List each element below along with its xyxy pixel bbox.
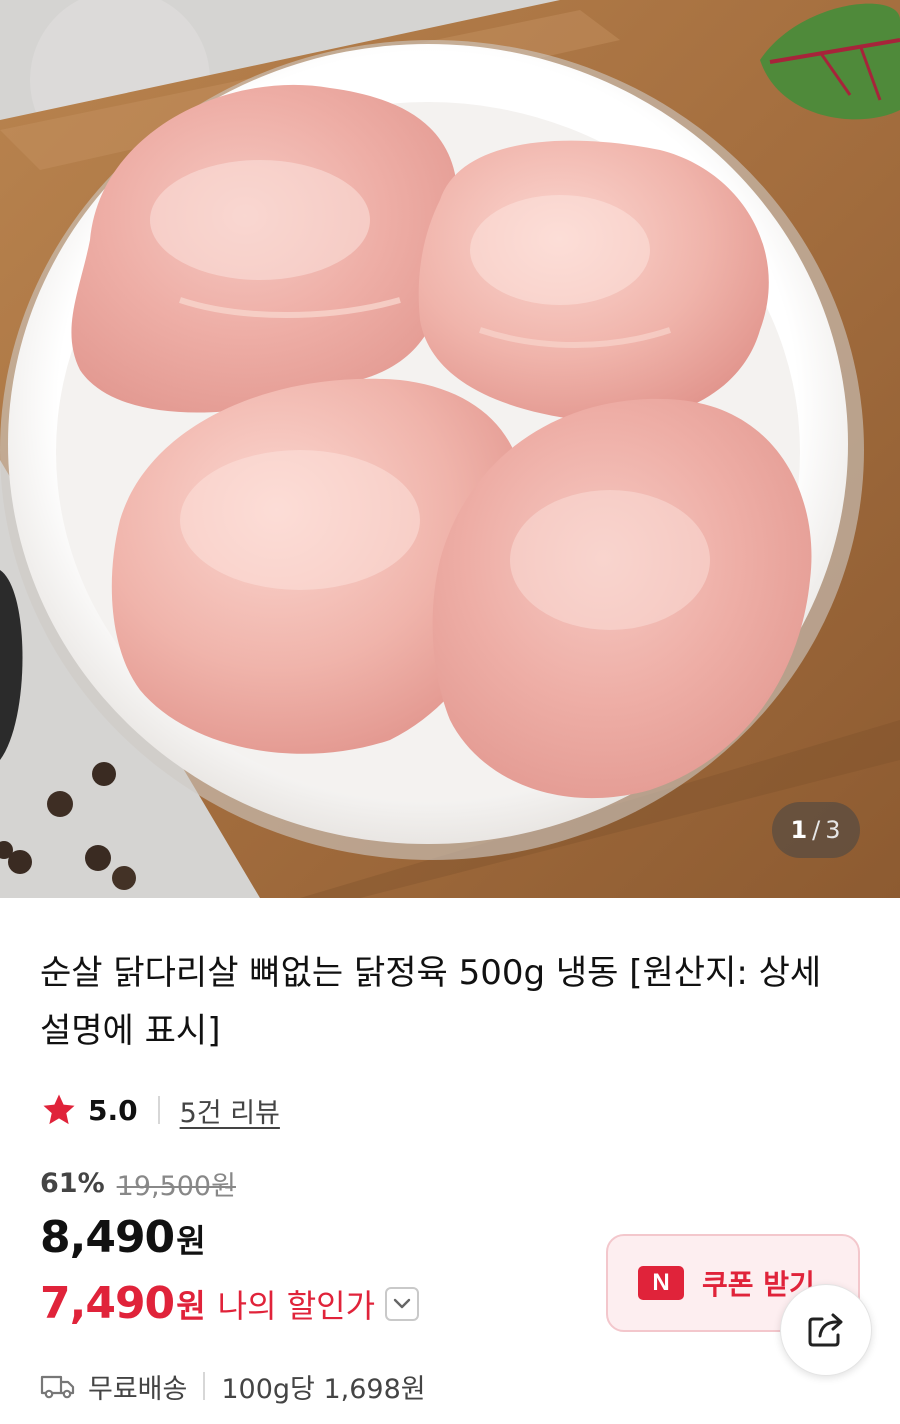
sale-price: 8,490 bbox=[40, 1212, 175, 1263]
sale-price-unit: 원 bbox=[176, 1222, 206, 1260]
review-count-link[interactable]: 5건 리뷰 bbox=[180, 1091, 280, 1130]
current-page: 1 bbox=[790, 816, 809, 844]
discount-row: 61% 19,500원 bbox=[40, 1164, 236, 1203]
naver-coupon-icon: N bbox=[638, 1266, 684, 1300]
image-page-indicator: 1 / 3 bbox=[772, 802, 860, 858]
shipping-row: 무료배송 100g당 1,698원 bbox=[40, 1364, 426, 1408]
my-discount-label: 나의 할인가 bbox=[217, 1286, 376, 1325]
product-photo bbox=[0, 0, 900, 898]
sale-price-row: 8,490 원 bbox=[40, 1212, 206, 1263]
original-price: 19,500원 bbox=[116, 1171, 236, 1202]
star-icon bbox=[43, 1094, 75, 1125]
unit-price: 100g당 1,698원 bbox=[221, 1373, 426, 1405]
share-icon bbox=[808, 1313, 843, 1347]
rating-value: 5.0 bbox=[88, 1093, 138, 1127]
my-discount-price-unit: 원 bbox=[176, 1286, 206, 1325]
truck-icon bbox=[40, 1375, 75, 1399]
product-title: 순살 닭다리살 뼈없는 닭정육 500g 냉동 [원산지: 상세설명에 표시] bbox=[40, 953, 822, 1051]
discount-rate: 61% bbox=[40, 1168, 105, 1199]
my-price-row: 7,490 원 나의 할인가 bbox=[40, 1278, 420, 1329]
product-image[interactable]: 1 / 3 bbox=[0, 0, 900, 898]
my-discount-price: 7,490 bbox=[40, 1278, 175, 1329]
page-separator: / bbox=[812, 816, 822, 844]
share-button[interactable] bbox=[780, 1284, 872, 1376]
discount-details-toggle[interactable] bbox=[385, 1286, 420, 1321]
rating-row: 5.0 5건 리뷰 bbox=[40, 1088, 280, 1132]
shipping-fee: 무료배송 bbox=[88, 1373, 188, 1405]
divider bbox=[203, 1372, 206, 1400]
divider bbox=[157, 1096, 160, 1124]
total-pages: 3 bbox=[825, 816, 842, 844]
chevron-down-icon bbox=[393, 1298, 411, 1308]
